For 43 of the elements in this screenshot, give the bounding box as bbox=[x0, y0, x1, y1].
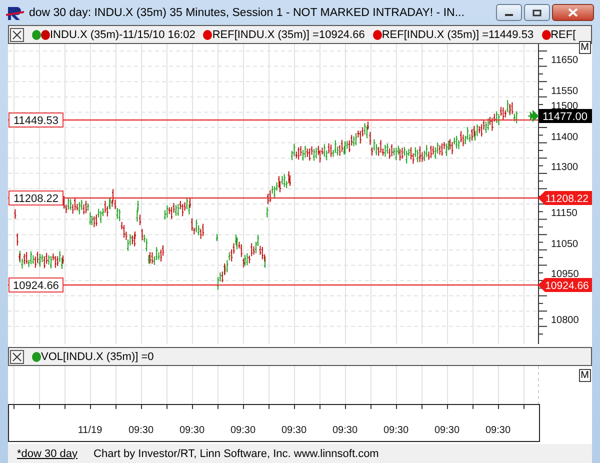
axis-label: 11050 bbox=[551, 239, 578, 250]
pane-menu-button[interactable]: M bbox=[578, 41, 591, 54]
legend-label: REF[ bbox=[550, 28, 576, 40]
price-label: 11449.53 bbox=[8, 112, 64, 128]
close-icon[interactable] bbox=[10, 350, 24, 364]
axis-label: 09:30 bbox=[230, 425, 256, 436]
minimize-button[interactable] bbox=[496, 4, 522, 21]
pane-menu-button[interactable]: M bbox=[578, 369, 591, 382]
axis-label: 11/19 bbox=[78, 425, 102, 436]
axis-label: 09:30 bbox=[434, 425, 460, 436]
axis-label: 09:30 bbox=[332, 425, 358, 436]
price-tag: 11208.22 bbox=[538, 191, 592, 205]
price-label: 11208.22 bbox=[8, 190, 64, 206]
price-label: 10924.66 bbox=[8, 278, 64, 292]
axis-label: 09:30 bbox=[128, 425, 154, 436]
close-icon[interactable] bbox=[10, 28, 24, 42]
axis-label: 09:30 bbox=[281, 425, 307, 436]
legend-label: REF[INDU.X (35m)] =11449.53 bbox=[382, 28, 534, 40]
app-logo-icon bbox=[6, 4, 24, 20]
maximize-icon bbox=[532, 8, 542, 16]
window-title: dow 30 day: INDU.X (35m) 35 Minutes, Session 1 - NOT MARKED INTRADAY! - IN... bbox=[29, 6, 466, 18]
close-button[interactable] bbox=[552, 4, 594, 21]
chart-tab[interactable]: *dow 30 day bbox=[17, 448, 78, 460]
axis-label: 09:30 bbox=[485, 425, 511, 436]
price-tag: 11477.00 bbox=[539, 109, 592, 123]
close-icon bbox=[568, 8, 578, 17]
marker-icon bbox=[528, 110, 538, 122]
axis-label: 09:30 bbox=[179, 425, 205, 436]
legend-label: INDU.X (35m)-11/15/10 16:02 bbox=[50, 28, 196, 40]
maximize-button[interactable] bbox=[524, 4, 550, 21]
axis-label: 11650 bbox=[551, 55, 578, 66]
price-tag: 10924.66 bbox=[538, 278, 592, 292]
axis-label: 10800 bbox=[551, 315, 579, 326]
credit-text: Chart by Investor/RT, Linn Software, Inc. www.linnsoft.com bbox=[94, 448, 379, 460]
legend-label: REF[INDU.X (35m)] =10924.66 bbox=[212, 28, 365, 40]
axis-label: 11500 bbox=[551, 101, 578, 112]
axis-label: 11150 bbox=[551, 208, 578, 219]
axis-label: 11550 bbox=[551, 86, 578, 97]
axis-label: 10950 bbox=[551, 269, 579, 280]
axis-label: 09:30 bbox=[383, 425, 409, 436]
axis-label: 11400 bbox=[551, 132, 578, 143]
legend-label: VOL[INDU.X (35m)] =0 bbox=[41, 350, 154, 362]
axis-label: 11300 bbox=[551, 162, 578, 173]
